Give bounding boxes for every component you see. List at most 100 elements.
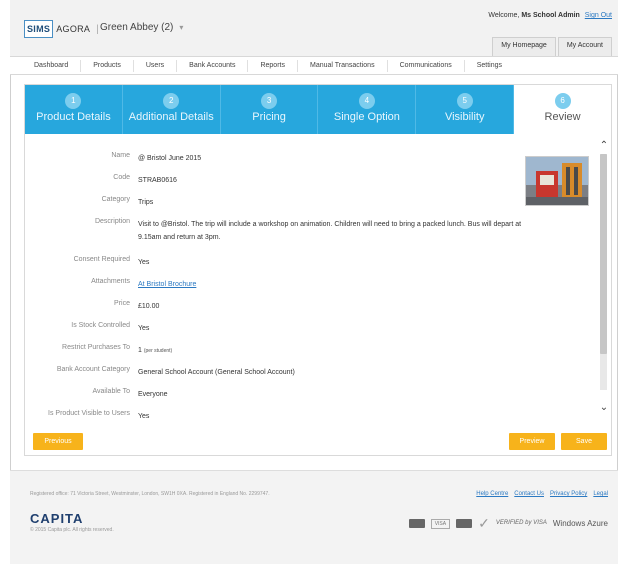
save-button[interactable]: Save [561,433,607,450]
field-label: Is Stock Controlled [71,322,130,329]
app-logo[interactable]: SIMS AGORA | [24,18,99,40]
mastercard-icon [408,519,425,528]
field-value: STRAB0616 [138,177,177,184]
step-review[interactable]: 6 Review [514,85,611,134]
card-icon [456,519,473,528]
review-row-stock: Is Stock Controlled Yes [25,322,585,335]
nav-reports[interactable]: Reports [248,59,298,72]
nav-dashboard[interactable]: Dashboard [22,59,82,72]
step-label: Visibility [444,111,485,123]
step-number: 5 [456,93,473,109]
step-number: 4 [358,93,375,109]
review-row-category: Category Trips [25,196,585,209]
product-wizard: 1 Product Details 2 Additional Details 3… [24,84,612,456]
visa-badge: VISA [430,518,451,529]
field-value: @ Bristol June 2015 [138,155,202,162]
review-row-bank: Bank Account Category General School Acc… [25,366,585,379]
review-row-price: Price £10.00 [25,300,585,313]
logo-separator: | [96,23,99,35]
welcome-prefix: Welcome, [488,12,520,19]
nav-settings[interactable]: Settings [465,60,514,72]
field-label: Consent Required [73,256,130,263]
nav-users[interactable]: Users [134,59,178,72]
field-value: Visit to @Bristol. The trip will include… [138,218,585,244]
logo-agora: AGORA [56,24,91,34]
sign-out-link[interactable]: Sign Out [585,12,612,19]
preview-button[interactable]: Preview [509,433,555,450]
main-nav: Dashboard Products Users Bank Accounts R… [10,56,618,75]
field-label: Code [113,174,130,181]
tab-my-homepage[interactable]: My Homepage [492,37,556,56]
step-number: 3 [261,93,278,109]
footer-link-contact[interactable]: Contact Us [514,491,544,497]
footer-link-help[interactable]: Help Centre [476,491,508,497]
review-row-attachments: Attachments At Bristol Brochure [25,278,585,291]
nav-manual-transactions[interactable]: Manual Transactions [298,59,388,72]
nav-bank-accounts[interactable]: Bank Accounts [177,59,249,72]
content-scrollbar[interactable]: ⌃ ⌄ [599,140,609,430]
step-label: Pricing [252,111,286,123]
previous-button[interactable]: Previous [33,433,83,450]
logo-sims: SIMS [24,20,54,38]
footer-link-legal[interactable]: Legal [593,491,608,497]
field-label: Attachments [91,278,130,285]
verified-by-visa-badge: VERIFIED by VISA [495,520,547,526]
school-name: Green Abbey (2) [100,22,174,33]
review-row-available: Available To Everyone [25,388,585,401]
chevron-down-icon: ▾ [179,23,184,32]
field-label: Price [114,300,130,307]
wizard-steps: 1 Product Details 2 Additional Details 3… [25,85,611,134]
field-value: General School Account (General School A… [138,369,295,376]
scroll-thumb[interactable] [600,154,607,354]
step-label: Product Details [36,111,111,123]
capita-logo: CAPITA [30,511,84,526]
step-label: Review [544,111,581,123]
field-label: Category [101,196,130,203]
field-value: Trips [138,199,154,206]
field-label: Description [94,218,130,225]
step-visibility[interactable]: 5 Visibility [416,85,515,134]
user-name: Ms School Admin [521,12,580,19]
nav-products[interactable]: Products [81,59,134,72]
step-label: Single Option [333,111,400,123]
account-tabs: My Homepage My Account [490,37,612,56]
school-selector[interactable]: Green Abbey (2) ▾ [100,22,183,33]
windows-azure-badge: Windows Azure [552,519,608,528]
step-number: 6 [554,93,571,109]
step-pricing[interactable]: 3 Pricing [220,85,319,134]
field-value: Yes [138,325,150,332]
copyright: © 2015 Capita plc. All rights reserved. [30,527,114,533]
review-row-code: Code STRAB0616 [25,174,585,187]
step-number: 1 [65,93,82,109]
step-product-details[interactable]: 1 Product Details [25,85,123,134]
footer: Registered office: 71 Victoria Street, W… [10,470,618,564]
chevron-up-icon[interactable]: ⌃ [599,140,609,151]
description-line-1: Visit to @Bristol. The trip will include… [138,221,522,228]
welcome-bar: Welcome, Ms School Admin Sign Out [488,12,612,19]
restrict-note: (per student) [143,348,173,354]
nav-communications[interactable]: Communications [388,59,465,72]
step-label: Additional Details [128,111,214,123]
field-label: Restrict Purchases To [62,344,130,351]
header: SIMS AGORA | Green Abbey (2) ▾ Welcome, … [10,0,618,56]
product-image [525,156,589,206]
review-row-restrict: Restrict Purchases To 1 (per student) [25,344,585,358]
footer-link-privacy[interactable]: Privacy Policy [550,491,587,497]
description-line-2: 9.15am and return at 3pm. [138,234,221,241]
field-value: Yes [138,259,150,266]
review-row-visible: Is Product Visible to Users Yes [25,410,585,423]
tab-my-account[interactable]: My Account [557,37,612,56]
review-content: Name @ Bristol June 2015 Code STRAB0616 … [25,134,603,424]
field-label: Is Product Visible to Users [48,410,130,417]
attachment-link[interactable]: At Bristol Brochure [138,278,585,291]
field-value: £10.00 [138,303,160,310]
chevron-down-icon[interactable]: ⌄ [599,402,609,413]
review-row-name: Name @ Bristol June 2015 [25,152,585,165]
step-number: 2 [163,93,180,109]
step-additional-details[interactable]: 2 Additional Details [122,85,221,134]
restrict-value: 1 [138,347,142,354]
field-value: 1 (per student) [138,344,585,358]
step-single-option[interactable]: 4 Single Option [318,85,417,134]
field-label: Name [111,152,130,159]
field-label: Bank Account Category [56,366,130,373]
